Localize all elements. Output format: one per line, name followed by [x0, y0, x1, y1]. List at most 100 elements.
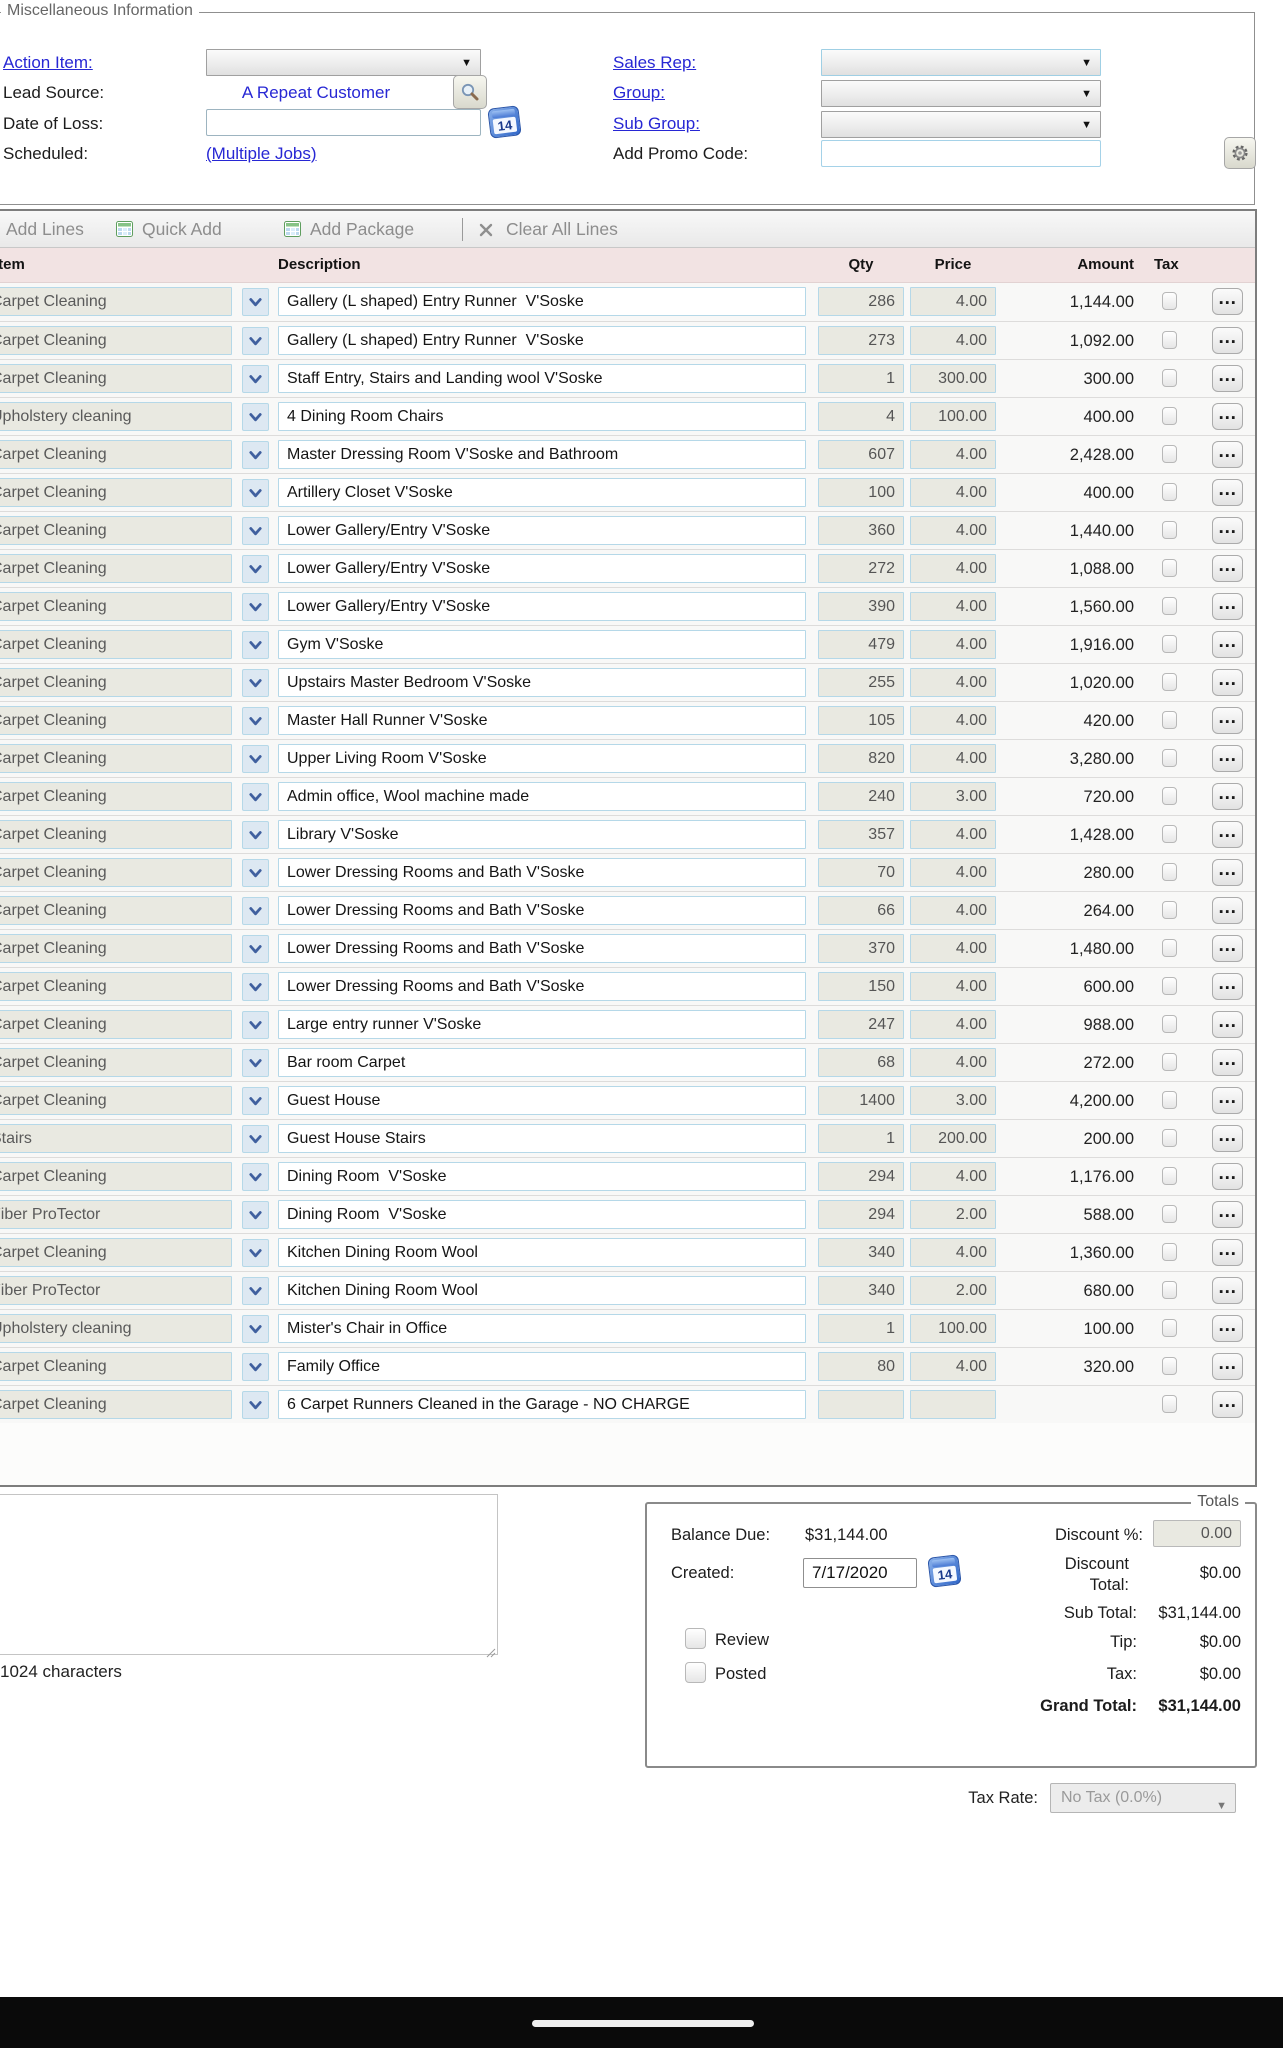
qty-input[interactable]	[818, 1010, 904, 1039]
tax-checkbox[interactable]	[1162, 1053, 1177, 1071]
line-more-button[interactable]: …	[1212, 707, 1243, 734]
item-input[interactable]	[0, 858, 232, 887]
line-more-button[interactable]: …	[1212, 403, 1243, 430]
add-promo-code-input[interactable]	[821, 140, 1101, 167]
item-input[interactable]	[0, 554, 232, 583]
price-input[interactable]	[910, 287, 996, 316]
qty-input[interactable]	[818, 1314, 904, 1343]
qty-input[interactable]	[818, 630, 904, 659]
tax-checkbox[interactable]	[1162, 559, 1177, 577]
item-dropdown-button[interactable]	[242, 1163, 269, 1191]
description-input[interactable]	[278, 820, 806, 849]
line-more-button[interactable]: …	[1212, 1163, 1243, 1190]
item-input[interactable]	[0, 934, 232, 963]
line-more-button[interactable]: …	[1212, 288, 1243, 315]
line-more-button[interactable]: …	[1212, 1087, 1243, 1114]
price-input[interactable]	[910, 1276, 996, 1305]
tax-checkbox[interactable]	[1162, 1281, 1177, 1299]
description-input[interactable]	[278, 744, 806, 773]
tax-checkbox[interactable]	[1162, 483, 1177, 501]
qty-input[interactable]	[818, 972, 904, 1001]
qty-input[interactable]	[818, 1086, 904, 1115]
item-dropdown-button[interactable]	[242, 479, 269, 507]
item-dropdown-button[interactable]	[242, 745, 269, 773]
item-dropdown-button[interactable]	[242, 517, 269, 545]
description-input[interactable]	[278, 402, 806, 431]
description-input[interactable]	[278, 1010, 806, 1039]
qty-input[interactable]	[818, 478, 904, 507]
group-select[interactable]: ▼	[821, 80, 1101, 107]
qty-input[interactable]	[818, 287, 904, 316]
qty-input[interactable]	[818, 1162, 904, 1191]
line-more-button[interactable]: …	[1212, 517, 1243, 544]
tax-checkbox[interactable]	[1162, 673, 1177, 691]
item-input[interactable]	[0, 1314, 232, 1343]
price-input[interactable]	[910, 744, 996, 773]
item-input[interactable]	[0, 478, 232, 507]
tax-checkbox[interactable]	[1162, 787, 1177, 805]
notes-textarea[interactable]	[0, 1494, 498, 1655]
tax-checkbox[interactable]	[1162, 1357, 1177, 1375]
line-more-button[interactable]: …	[1212, 669, 1243, 696]
item-dropdown-button[interactable]	[242, 707, 269, 735]
line-more-button[interactable]: …	[1212, 1391, 1243, 1418]
item-input[interactable]	[0, 1124, 232, 1153]
line-more-button[interactable]: …	[1212, 1277, 1243, 1304]
description-input[interactable]	[278, 364, 806, 393]
tax-rate-select[interactable]: No Tax (0.0%) ▼	[1050, 1783, 1236, 1813]
line-more-button[interactable]: …	[1212, 973, 1243, 1000]
item-input[interactable]	[0, 1162, 232, 1191]
item-dropdown-button[interactable]	[242, 365, 269, 393]
item-input[interactable]	[0, 287, 232, 316]
sub-group-select[interactable]: ▼	[821, 111, 1101, 138]
clear-all-lines-button[interactable]: Clear All Lines	[506, 219, 618, 240]
price-input[interactable]	[910, 516, 996, 545]
description-input[interactable]	[278, 440, 806, 469]
line-more-button[interactable]: …	[1212, 631, 1243, 658]
action-item-link[interactable]: Action Item:	[3, 53, 93, 73]
tax-checkbox[interactable]	[1162, 825, 1177, 843]
line-more-button[interactable]: …	[1212, 479, 1243, 506]
item-dropdown-button[interactable]	[242, 859, 269, 887]
qty-input[interactable]	[818, 858, 904, 887]
price-input[interactable]	[910, 326, 996, 355]
item-dropdown-button[interactable]	[242, 441, 269, 469]
line-more-button[interactable]: …	[1212, 1011, 1243, 1038]
price-input[interactable]	[910, 1200, 996, 1229]
line-more-button[interactable]: …	[1212, 1239, 1243, 1266]
line-more-button[interactable]: …	[1212, 897, 1243, 924]
tax-checkbox[interactable]	[1162, 901, 1177, 919]
item-input[interactable]	[0, 1200, 232, 1229]
item-dropdown-button[interactable]	[242, 1353, 269, 1381]
price-input[interactable]	[910, 972, 996, 1001]
calendar-icon[interactable]: 14	[487, 105, 521, 139]
item-input[interactable]	[0, 706, 232, 735]
tax-checkbox[interactable]	[1162, 1205, 1177, 1223]
price-input[interactable]	[910, 1162, 996, 1191]
description-input[interactable]	[278, 287, 806, 316]
price-input[interactable]	[910, 782, 996, 811]
date-of-loss-input[interactable]	[206, 109, 481, 136]
price-input[interactable]	[910, 478, 996, 507]
sales-rep-link[interactable]: Sales Rep:	[613, 53, 696, 73]
description-input[interactable]	[278, 1352, 806, 1381]
description-input[interactable]	[278, 896, 806, 925]
price-input[interactable]	[910, 1238, 996, 1267]
quick-add-button[interactable]: Quick Add	[142, 219, 222, 240]
qty-input[interactable]	[818, 934, 904, 963]
item-input[interactable]	[0, 402, 232, 431]
description-input[interactable]	[278, 592, 806, 621]
qty-input[interactable]	[818, 744, 904, 773]
description-input[interactable]	[278, 1390, 806, 1419]
item-dropdown-button[interactable]	[242, 1125, 269, 1153]
item-input[interactable]	[0, 592, 232, 621]
item-input[interactable]	[0, 1010, 232, 1039]
description-input[interactable]	[278, 1162, 806, 1191]
qty-input[interactable]	[818, 364, 904, 393]
item-dropdown-button[interactable]	[242, 403, 269, 431]
item-input[interactable]	[0, 364, 232, 393]
description-input[interactable]	[278, 1200, 806, 1229]
lead-source-search-button[interactable]	[453, 75, 487, 109]
item-dropdown-button[interactable]	[242, 593, 269, 621]
qty-input[interactable]	[818, 440, 904, 469]
